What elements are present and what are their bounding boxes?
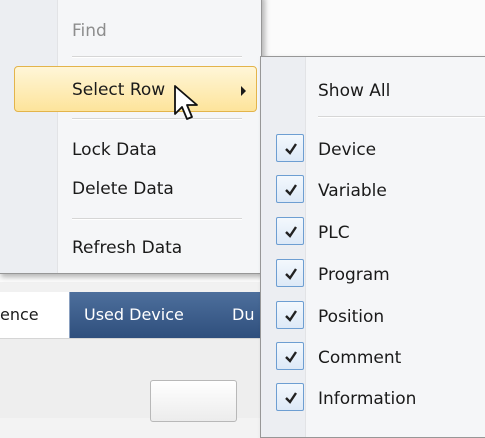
menu-item-find[interactable]: Find — [72, 20, 107, 42]
select-row-submenu — [260, 56, 485, 438]
submenu-item-position[interactable]: Position — [318, 306, 384, 328]
tab-du[interactable]: Du — [232, 292, 260, 338]
menu-separator — [72, 56, 242, 58]
context-menu — [0, 0, 262, 274]
submenu-item-variable[interactable]: Variable — [318, 180, 387, 202]
submenu-item-comment[interactable]: Comment — [318, 347, 401, 369]
check-icon — [276, 301, 304, 329]
tab-reference[interactable]: ence — [0, 292, 70, 338]
submenu-item-information[interactable]: Information — [318, 388, 416, 410]
submenu-item-device[interactable]: Device — [318, 139, 376, 161]
menu-item-delete-data[interactable]: Delete Data — [72, 178, 174, 200]
submenu-item-show-all[interactable]: Show All — [318, 80, 390, 102]
menu-separator — [72, 218, 242, 220]
menu-item-select-row[interactable]: Select Row — [72, 79, 165, 101]
tab-used-device[interactable]: Used Device — [84, 292, 214, 338]
check-icon — [276, 342, 304, 370]
mouse-pointer-icon — [174, 85, 198, 120]
submenu-gutter — [261, 57, 306, 437]
check-icon — [276, 134, 304, 162]
menu-item-lock-data[interactable]: Lock Data — [72, 139, 157, 161]
background-button[interactable] — [150, 380, 237, 422]
menu-item-refresh-data[interactable]: Refresh Data — [72, 237, 182, 259]
submenu-separator — [318, 116, 485, 118]
menu-separator — [72, 118, 242, 120]
check-icon — [276, 383, 304, 411]
submenu-arrow-icon — [241, 86, 246, 96]
menu-gutter — [0, 0, 58, 273]
check-icon — [276, 259, 304, 287]
check-icon — [276, 175, 304, 203]
submenu-item-plc[interactable]: PLC — [318, 222, 350, 244]
check-icon — [276, 217, 304, 245]
submenu-item-program[interactable]: Program — [318, 264, 390, 286]
